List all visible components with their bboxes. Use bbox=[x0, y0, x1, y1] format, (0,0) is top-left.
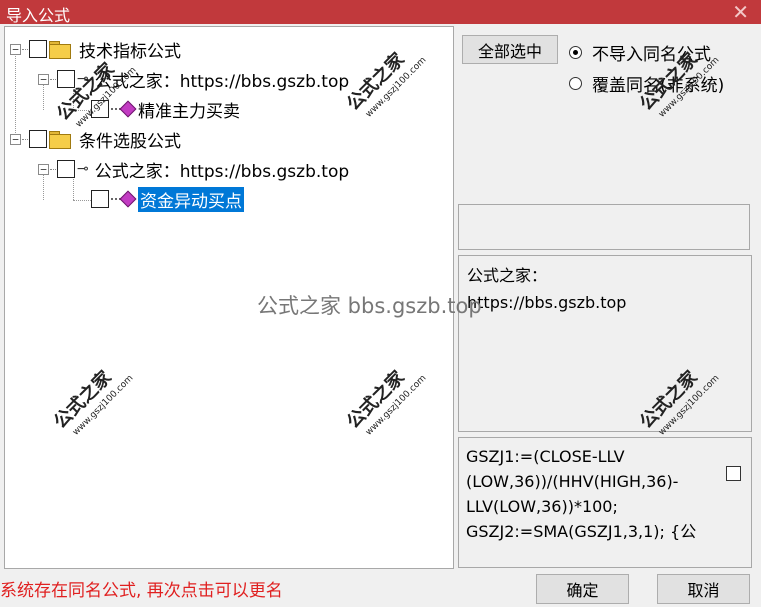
tree-checkbox[interactable] bbox=[29, 40, 47, 58]
tree-checkbox[interactable] bbox=[91, 190, 109, 208]
status-message: 系统存在同名公式, 再次点击可以更名 bbox=[0, 581, 283, 601]
key-icon: ⊸ bbox=[77, 161, 89, 177]
tree-item-label: 技术指标公式 bbox=[79, 41, 181, 62]
cancel-button[interactable]: 取消 bbox=[657, 574, 750, 604]
formula-description: 公式之家： https://bbs.gszb.top bbox=[467, 266, 627, 312]
formula-icon bbox=[111, 100, 137, 118]
tree-item-label: 公式之家：https://bbs.gszb.top bbox=[94, 161, 350, 182]
collapse-icon[interactable]: − bbox=[10, 43, 21, 55]
formula-description-box[interactable]: 公式之家： https://bbs.gszb.top bbox=[458, 255, 752, 432]
tree-checkbox[interactable] bbox=[57, 70, 75, 88]
tree-item-label: 资金异动买点 bbox=[138, 186, 244, 212]
tree-item-stock-screening[interactable]: − 条件选股公式 bbox=[10, 127, 181, 152]
tree-connector bbox=[73, 200, 91, 201]
center-watermark: 公式之家 bbs.gszb.top bbox=[257, 294, 482, 318]
formula-code-box[interactable]: GSZJ1:=(CLOSE-LLV (LOW,36))/(HHV(HIGH,36… bbox=[458, 437, 752, 568]
radio-button[interactable] bbox=[569, 46, 582, 59]
select-all-button[interactable]: 全部选中 bbox=[462, 35, 558, 64]
formula-code: GSZJ1:=(CLOSE-LLV (LOW,36))/(HHV(HIGH,36… bbox=[466, 447, 697, 541]
collapse-icon[interactable]: − bbox=[38, 163, 49, 175]
tree-item-source-2[interactable]: − ⊸ 公式之家：https://bbs.gszb.top bbox=[38, 157, 350, 182]
title-bar: 导入公式 ✕ bbox=[0, 0, 761, 25]
window-title: 导入公式 bbox=[6, 6, 71, 25]
code-checkbox[interactable] bbox=[726, 466, 741, 481]
formula-icon bbox=[111, 190, 137, 208]
folder-icon bbox=[49, 41, 71, 59]
tree-item-technical-indicators[interactable]: − 技术指标公式 bbox=[10, 37, 181, 62]
tree-checkbox[interactable] bbox=[57, 160, 75, 178]
radio-button[interactable] bbox=[569, 77, 582, 90]
ok-button[interactable]: 确定 bbox=[536, 574, 629, 604]
tree-checkbox[interactable] bbox=[29, 130, 47, 148]
folder-icon bbox=[49, 131, 71, 149]
collapse-icon[interactable]: − bbox=[38, 73, 49, 85]
empty-info-box bbox=[458, 204, 750, 250]
tree-item-formula-2[interactable]: 资金异动买点 bbox=[91, 186, 244, 212]
close-icon[interactable]: ✕ bbox=[732, 0, 749, 24]
tree-item-label: 精准主力买卖 bbox=[138, 101, 240, 122]
collapse-icon[interactable]: − bbox=[10, 133, 21, 145]
tree-item-label: 条件选股公式 bbox=[79, 131, 181, 152]
